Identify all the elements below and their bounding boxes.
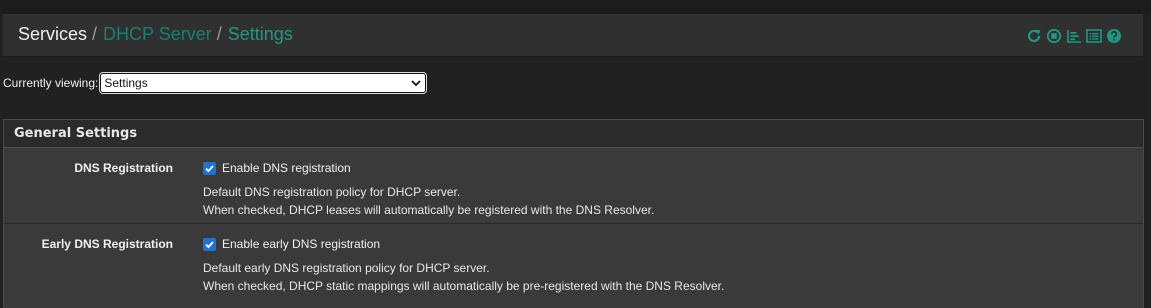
early-dns-registration-help: Default early DNS registration policy fo…	[203, 259, 724, 295]
general-settings-panel: General Settings DNS Registration Enable…	[3, 119, 1144, 308]
help-text-line: When checked, DHCP static mappings will …	[203, 279, 725, 293]
help-text-line: When checked, DHCP leases will automatic…	[203, 203, 655, 217]
top-strip	[0, 0, 1151, 14]
help-text-line: Default DNS registration policy for DHCP…	[203, 185, 461, 199]
early-dns-registration-label: Early DNS Registration	[41, 237, 173, 251]
header-icons	[1024, 28, 1122, 44]
early-dns-registration-row: Early DNS Registration Enable early DNS …	[4, 224, 1143, 302]
breadcrumb-separator: /	[216, 24, 222, 44]
early-dns-registration-checkbox-label[interactable]: Enable early DNS registration	[222, 237, 380, 251]
breadcrumb-separator: /	[92, 24, 98, 44]
dns-registration-help: Default DNS registration policy for DHCP…	[203, 183, 654, 219]
checkmark-icon	[205, 164, 214, 172]
early-dns-registration-checkbox[interactable]	[203, 237, 216, 251]
currently-viewing-selected-value: Settings	[104, 75, 148, 90]
help-text-line: Default early DNS registration policy fo…	[203, 261, 490, 275]
breadcrumb-dhcp-server-link[interactable]: DHCP Server	[103, 24, 212, 44]
currently-viewing-select[interactable]: Settings	[100, 72, 427, 93]
panel-title: General Settings	[4, 120, 1143, 148]
breadcrumb-services: Services	[18, 24, 88, 44]
dns-registration-checkline: Enable DNS registration	[203, 161, 351, 175]
currently-viewing-label: Currently viewing:	[3, 75, 99, 90]
page-header: Services / DHCP Server / Settings	[3, 14, 1143, 57]
breadcrumb: Services / DHCP Server / Settings	[18, 24, 293, 45]
chart-icon[interactable]	[1066, 28, 1082, 44]
breadcrumb-settings-link[interactable]: Settings	[228, 24, 293, 44]
early-dns-registration-checkline: Enable early DNS registration	[203, 237, 380, 251]
help-icon[interactable]	[1106, 28, 1122, 44]
dns-registration-checkbox[interactable]	[203, 161, 216, 175]
chevron-down-icon	[411, 79, 422, 86]
checkmark-icon	[205, 240, 214, 248]
dns-registration-label: DNS Registration	[74, 161, 173, 175]
reload-icon[interactable]	[1026, 28, 1042, 44]
log-list-icon[interactable]	[1086, 28, 1102, 44]
dns-registration-checkbox-label[interactable]: Enable DNS registration	[222, 161, 351, 175]
dns-registration-row: DNS Registration Enable DNS registration…	[4, 148, 1143, 224]
currently-viewing-row: Currently viewing: Settings	[3, 72, 427, 93]
stop-icon[interactable]	[1046, 28, 1062, 44]
